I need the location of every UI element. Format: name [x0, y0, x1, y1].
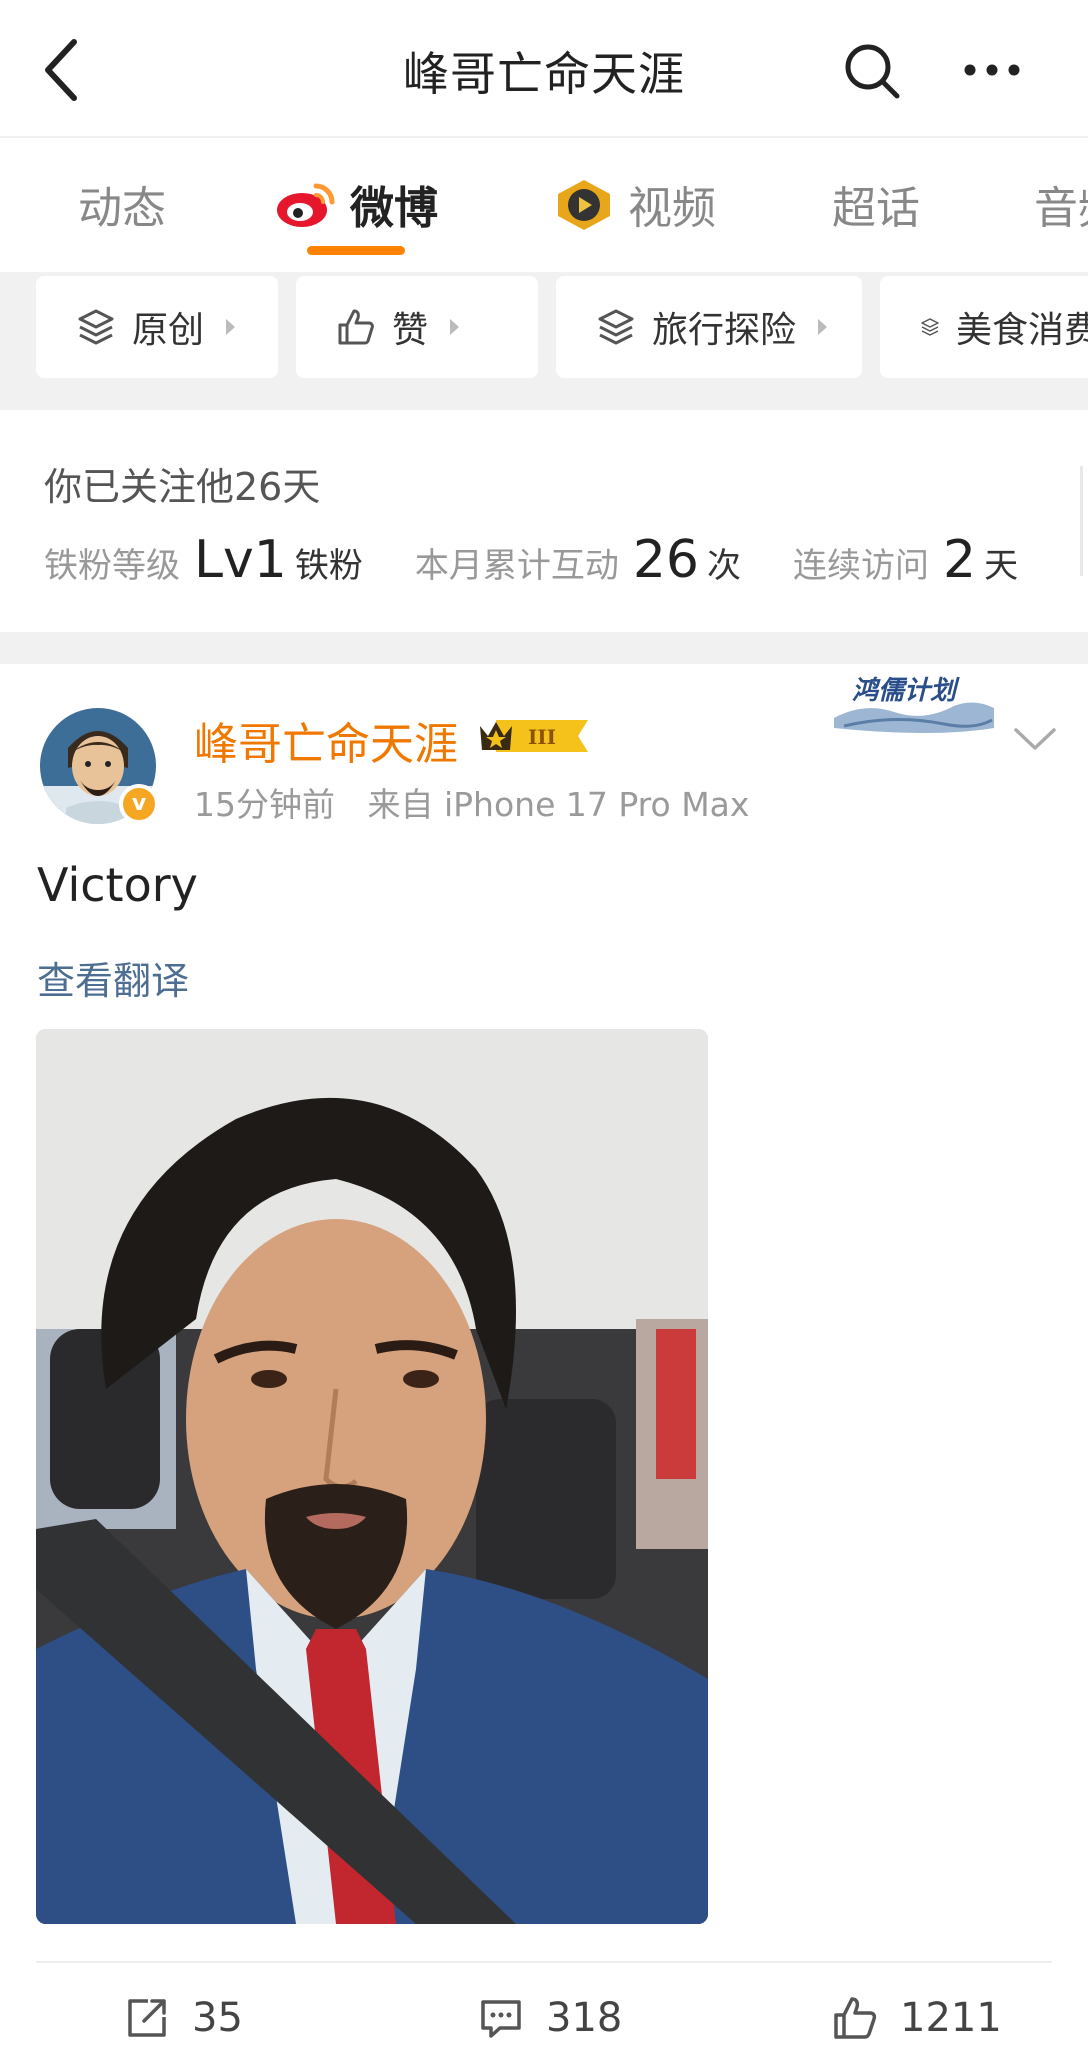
chip-likes[interactable]: 赞: [296, 276, 538, 378]
filter-chips-bar: 原创 赞 旅行探险 美食消费: [0, 272, 1088, 410]
post-text: Victory: [37, 858, 198, 912]
layers-icon: [921, 318, 939, 336]
post-photo[interactable]: [36, 1029, 708, 1924]
chip-arrow-icon: [818, 319, 828, 335]
selfie-in-car-image: [36, 1029, 708, 1924]
post-meta: 15分钟前 来自 iPhone 17 Pro Max: [194, 778, 749, 826]
repost-button[interactable]: 35: [124, 1990, 243, 2046]
like-button[interactable]: 1211: [832, 1990, 1002, 2046]
tab-super-topic[interactable]: 超话: [832, 176, 920, 234]
interaction-count: 26: [632, 530, 699, 590]
chip-travel-adventure[interactable]: 旅行探险: [556, 276, 862, 378]
interaction-label: 本月累计互动: [414, 546, 619, 586]
top-nav-bar: 峰哥亡命天涯: [0, 0, 1088, 138]
weibo-post-card: v 峰哥亡命天涯 III 15分钟前 来自 iPhone 17 Pro Max …: [0, 664, 1088, 2048]
crown-level-text: III: [528, 725, 556, 749]
visit-streak-unit: 天: [984, 546, 1019, 586]
interaction-unit: 次: [707, 546, 741, 586]
author-name[interactable]: 峰哥亡命天涯: [194, 708, 458, 772]
chip-food-consumption[interactable]: 美食消费: [880, 276, 1088, 378]
verified-badge-icon: v: [119, 784, 159, 824]
fan-relationship-card: 你已关注他26天 铁粉等级 Lv1 铁粉 本月累计互动 26 次 连续访问 2 …: [0, 410, 1088, 632]
fan-stats-row: 铁粉等级 Lv1 铁粉 本月累计互动 26 次 连续访问 2 天: [44, 530, 1018, 590]
crown-level-badge-icon: III: [480, 720, 588, 752]
tab-dynamics[interactable]: 动态: [78, 176, 166, 234]
chip-arrow-icon: [226, 319, 236, 335]
thumbs-up-icon: [338, 309, 374, 345]
post-time: 15分钟前: [194, 785, 335, 824]
profile-tabs: 动态 微博 视频 超话 音频: [0, 140, 1088, 272]
active-tab-indicator: [307, 246, 405, 255]
thumbs-up-icon: [834, 1997, 877, 2039]
like-count: 1211: [900, 1995, 1002, 2041]
card-edge-divider: [1080, 466, 1083, 576]
chip-original[interactable]: 原创: [36, 276, 278, 378]
fan-level-unit: 铁粉: [294, 546, 363, 586]
weibo-logo-icon: [277, 183, 335, 227]
video-play-icon: [558, 180, 610, 230]
chip-arrow-icon: [450, 319, 460, 335]
visit-streak-label: 连续访问: [793, 546, 929, 586]
comment-count: 318: [546, 1995, 623, 2041]
hongru-plan-label: 鸿儒计划: [852, 676, 957, 706]
tab-weibo[interactable]: 微博: [274, 176, 438, 234]
followed-days-text: 你已关注他26天: [44, 465, 321, 509]
visit-streak-value: 2: [943, 530, 977, 590]
search-icon[interactable]: [843, 42, 901, 100]
more-options-icon[interactable]: [962, 50, 1022, 90]
page-title: 峰哥亡命天涯: [403, 47, 685, 101]
fan-level-value: Lv1: [194, 530, 287, 590]
layers-icon: [78, 309, 114, 345]
translate-link[interactable]: 查看翻译: [37, 950, 189, 1005]
layers-icon: [598, 309, 634, 345]
repost-count: 35: [192, 1995, 243, 2041]
tab-audio[interactable]: 音频: [1034, 176, 1088, 234]
actions-divider: [36, 1961, 1052, 1963]
comment-button[interactable]: 318: [478, 1990, 622, 2046]
repost-icon: [128, 1999, 166, 2037]
section-divider: [0, 632, 1088, 664]
comment-icon: [481, 2000, 521, 2038]
chevron-down-icon[interactable]: [1012, 724, 1058, 754]
tab-video[interactable]: 视频: [552, 176, 716, 234]
fan-level-label: 铁粉等级: [44, 546, 180, 586]
post-source: 来自 iPhone 17 Pro Max: [367, 785, 750, 824]
